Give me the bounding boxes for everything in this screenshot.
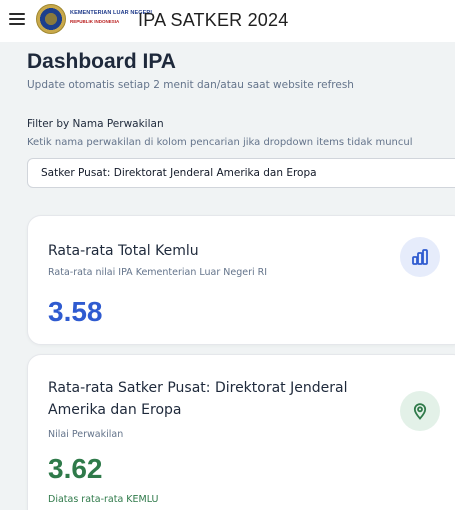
card-description: Rata-rata nilai IPA Kementerian Luar Neg… [48, 267, 268, 278]
filter-hint: Ketik nama perwakilan di kolom pencarian… [27, 137, 413, 148]
satker-card: Rata-rata Satker Pusat: Direktorat Jende… [27, 354, 455, 510]
card-description: Nilai Perwakilan [48, 429, 124, 440]
top-bar: KEMENTERIAN LUAR NEGERI REPUBLIK INDONES… [0, 0, 455, 42]
page-title: Dashboard IPA [27, 50, 176, 73]
hamburger-menu-icon[interactable] [9, 13, 25, 27]
app-title: IPA SATKER 2024 [138, 10, 289, 30]
page-subtitle: Update otomatis setiap 2 menit dan/atau … [27, 79, 354, 91]
map-pin-icon [400, 391, 440, 431]
filter-label: Filter by Nama Perwakilan [27, 118, 164, 130]
comparison-note: Diatas rata-rata KEMLU [48, 494, 159, 505]
bar-chart-icon [400, 237, 440, 277]
main-content: Dashboard IPA Update otomatis setiap 2 m… [0, 42, 455, 510]
kemlu-emblem-logo [36, 4, 66, 34]
total-kemlu-card: Rata-rata Total Kemlu Rata-rata nilai IP… [27, 215, 455, 345]
perwakilan-filter-select[interactable]: Satker Pusat: Direktorat Jenderal Amerik… [27, 158, 455, 188]
card-title: Rata-rata Satker Pusat: Direktorat Jende… [48, 380, 348, 418]
card-value: 3.62 [48, 453, 103, 484]
card-title: Rata-rata Total Kemlu [48, 243, 199, 259]
card-value: 3.58 [48, 296, 103, 327]
